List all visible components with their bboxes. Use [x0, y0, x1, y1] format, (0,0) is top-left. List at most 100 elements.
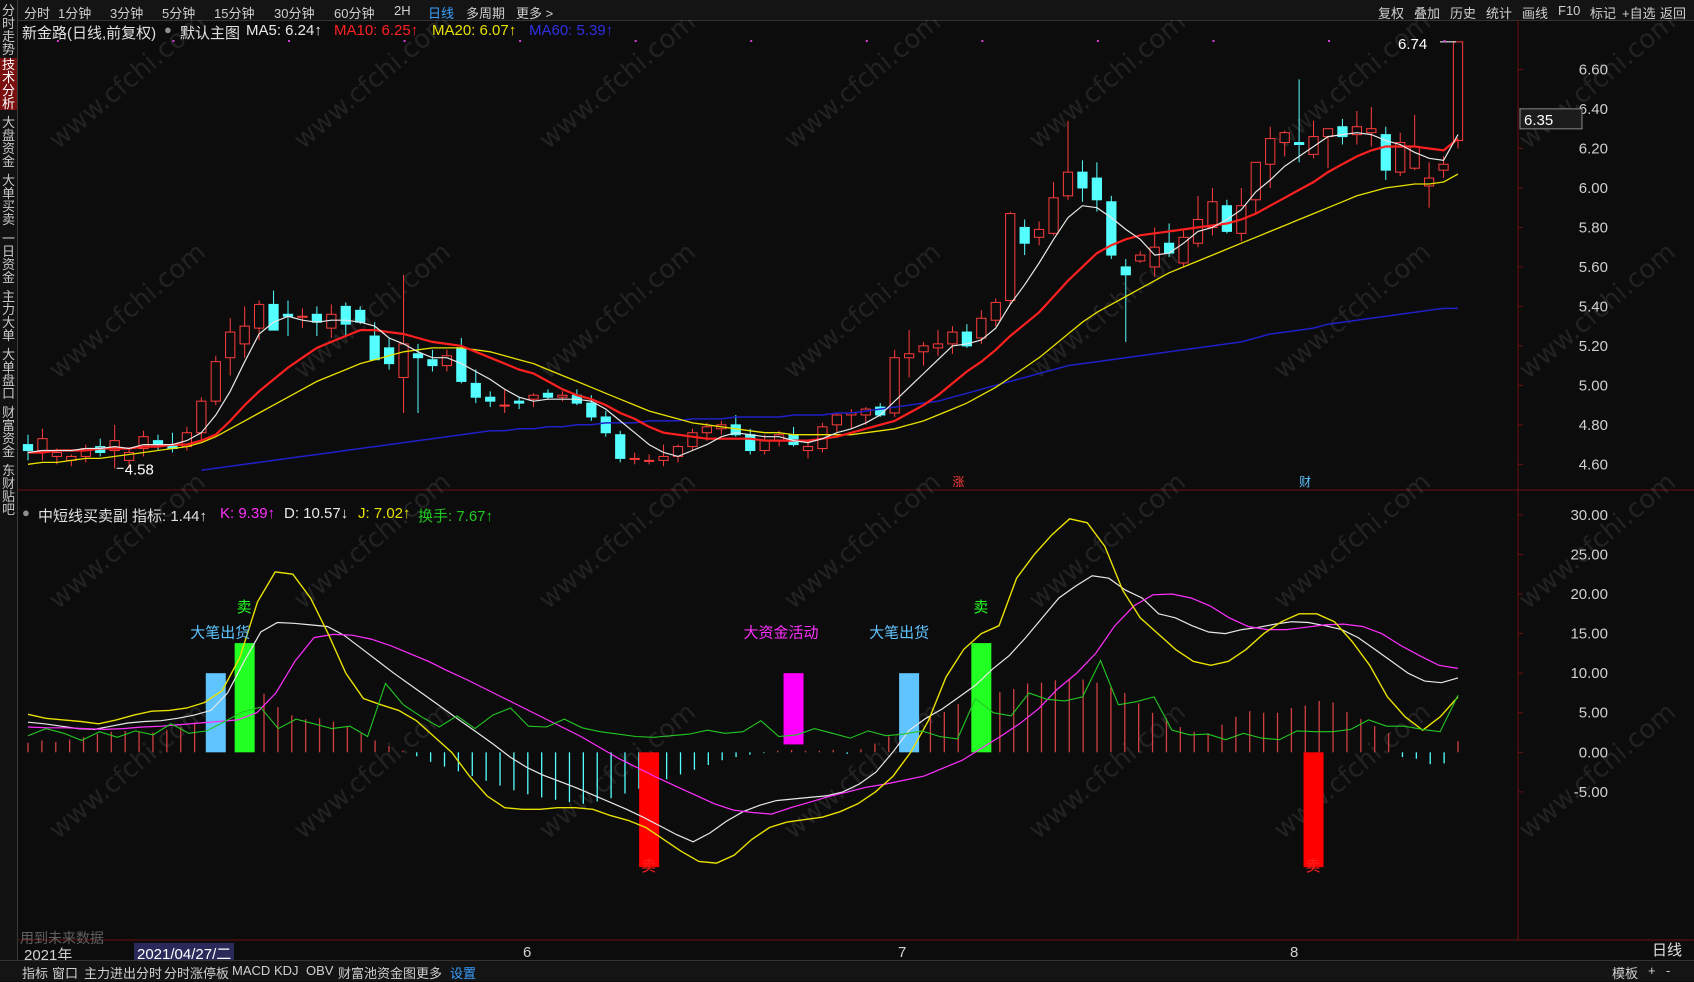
- top-dot-marker: [1443, 40, 1446, 42]
- ma10-line: [28, 137, 1459, 454]
- candle-body: [1308, 136, 1319, 155]
- candle-body: [398, 343, 409, 378]
- tab-forum[interactable]: 东财贴吧: [0, 464, 17, 516]
- candle-body: [485, 396, 496, 402]
- candle-body: [297, 315, 308, 318]
- top-dot-marker: [403, 40, 406, 42]
- btn-main-flow[interactable]: 主力进出分时: [84, 963, 162, 982]
- y-tick-label: 5.40: [1579, 298, 1608, 315]
- candle-body: [1120, 266, 1131, 276]
- watermark-text: www.cfchi.com: [288, 20, 457, 155]
- sub-y-tick-label: 20.00: [1570, 586, 1608, 603]
- watermark-text: www.cfchi.com: [43, 697, 212, 845]
- tab-technical[interactable]: 技术分析: [0, 58, 17, 110]
- candle-body: [268, 303, 279, 331]
- candle-body: [1048, 197, 1059, 234]
- big-sell-text-2: 大笔出货: [869, 625, 929, 642]
- btn-settings[interactable]: 设置: [450, 963, 476, 982]
- y-tick-label: 6.00: [1579, 180, 1608, 197]
- sub-y-tick-label: 10.00: [1570, 665, 1608, 682]
- tab-market-funds[interactable]: 大盘资金: [0, 116, 17, 168]
- btn-limit-board[interactable]: 分时涨停板: [164, 963, 229, 982]
- tab-wealth-funds[interactable]: 财富资金: [0, 406, 17, 458]
- sub-y-tick-label: 15.00: [1570, 626, 1608, 643]
- sub-indicator-name[interactable]: 中短线买卖副: [38, 505, 128, 526]
- candle-body: [615, 434, 626, 459]
- settings-circle-icon[interactable]: ●: [164, 22, 172, 37]
- tab-bigorder-trade[interactable]: 大单买卖: [0, 174, 17, 226]
- top-dot-marker: [1212, 40, 1215, 42]
- btn-more[interactable]: 更多: [416, 963, 442, 982]
- btn-macd[interactable]: MACD: [232, 963, 270, 978]
- candle-body: [1322, 128, 1334, 138]
- watermark-text: www.cfchi.com: [43, 467, 212, 615]
- y-tick-label: 6.40: [1579, 101, 1608, 118]
- candle-body: [1293, 142, 1305, 146]
- candle-body: [1062, 171, 1074, 197]
- candle-body: [629, 457, 640, 460]
- current-price-label: 6.35: [1524, 112, 1553, 129]
- watermark-text: www.cfchi.com: [1268, 237, 1437, 385]
- period-2h[interactable]: 2H: [394, 3, 411, 18]
- candle-body: [340, 305, 351, 325]
- candle-body: [1005, 213, 1016, 301]
- candle-body: [557, 394, 568, 398]
- candle-body: [586, 402, 597, 418]
- candle-body: [239, 325, 250, 345]
- candle-body: [1221, 205, 1233, 232]
- watermark-text: www.cfchi.com: [778, 237, 947, 385]
- sub-settings-icon[interactable]: ●: [22, 505, 30, 520]
- btn-obv[interactable]: OBV: [306, 963, 333, 978]
- watermark-text: www.cfchi.com: [288, 467, 457, 615]
- candle-body: [990, 301, 1001, 321]
- candle-body: [355, 309, 366, 323]
- watermark-text: www.cfchi.com: [533, 237, 702, 385]
- candle-body: [1207, 201, 1218, 228]
- top-dot-marker: [519, 40, 522, 42]
- watermark-text: www.cfchi.com: [533, 697, 702, 845]
- candle-body: [1077, 171, 1088, 189]
- candle-body: [210, 361, 221, 402]
- candle-body: [947, 331, 958, 345]
- period-footer-label[interactable]: 日线: [1652, 939, 1682, 960]
- zoom-out-button[interactable]: -: [1666, 963, 1670, 978]
- btn-kdj[interactable]: KDJ: [274, 963, 299, 978]
- top-dot-marker: [1328, 40, 1330, 42]
- candle-body: [470, 382, 481, 398]
- candle-body: [456, 347, 467, 382]
- zoom-in-button[interactable]: +: [1648, 963, 1656, 978]
- candle-body: [600, 416, 611, 434]
- candle-body: [225, 331, 236, 359]
- f10-button[interactable]: F10: [1558, 3, 1580, 18]
- candle-body: [51, 451, 63, 457]
- y-tick-label: 5.20: [1579, 338, 1608, 355]
- top-dot-marker: [634, 40, 637, 42]
- signal-block-sell: [971, 643, 992, 753]
- x-month-7: 7: [898, 944, 907, 961]
- btn-template[interactable]: 模板: [1612, 963, 1638, 982]
- top-dot-marker: [750, 40, 753, 42]
- candle-body: [802, 446, 814, 452]
- chart-canvas[interactable]: www.cfchi.com www.cfchi.com www.cfchi.com w…: [18, 20, 1694, 960]
- sell-signal-text-2: 卖: [973, 599, 988, 616]
- candle-body: [1265, 138, 1276, 165]
- turnover-legend: 换手: 7.67↑: [418, 508, 494, 525]
- candle-body: [1409, 145, 1420, 169]
- template-label[interactable]: 默认主图: [180, 22, 240, 43]
- tab-main-bigorder[interactable]: 主力大单: [0, 290, 17, 342]
- tab-intraday[interactable]: 分时走势: [0, 4, 17, 56]
- btn-window[interactable]: 窗口: [52, 963, 78, 982]
- btn-wealth-pool[interactable]: 财富池资金图: [338, 963, 416, 982]
- candle-body: [528, 394, 539, 400]
- candle-body: [976, 317, 987, 339]
- candle-body: [1438, 163, 1449, 171]
- tab-daily-funds[interactable]: 一日资金: [0, 232, 17, 284]
- watermark-text: www.cfchi.com: [288, 697, 457, 845]
- btn-indicator[interactable]: 指标: [22, 963, 48, 982]
- k-legend: K: 9.39↑: [220, 505, 276, 522]
- top-toolbar: 分时 1分钟 3分钟 5分钟 15分钟 30分钟 60分钟 2H 日线 多周期 …: [18, 0, 1694, 21]
- tab-bigorder-book[interactable]: 大单盘口: [0, 348, 17, 400]
- watermark-text: www.cfchi.com: [1023, 20, 1192, 155]
- watermark-text: www.cfchi.com: [1023, 237, 1192, 385]
- big-sell-text: 大笔出货: [190, 625, 250, 642]
